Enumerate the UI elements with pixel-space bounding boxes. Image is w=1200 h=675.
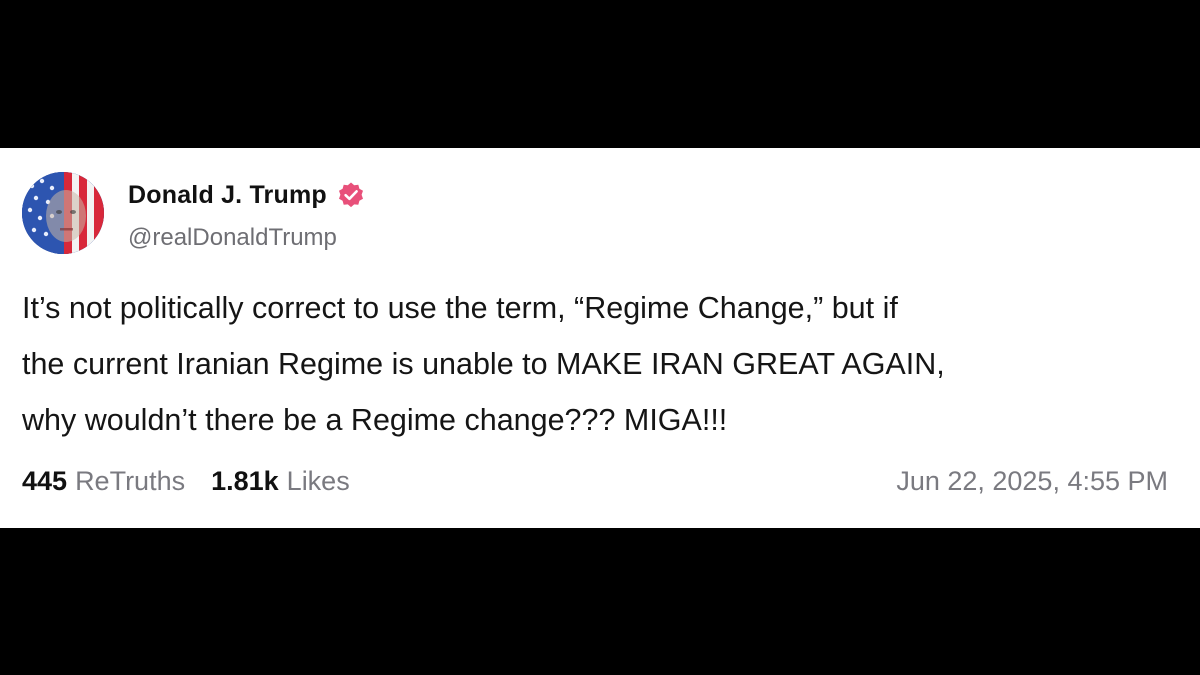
retruths-label: ReTruths xyxy=(75,466,186,496)
author-name-row: Donald J. Trump xyxy=(128,178,365,212)
likes-label: Likes xyxy=(286,466,350,496)
retruths-stat[interactable]: 445 ReTruths xyxy=(22,466,185,497)
post-body: It’s not politically correct to use the … xyxy=(22,280,1182,448)
post-stats: 445 ReTruths 1.81k Likes xyxy=(22,466,350,502)
likes-count: 1.81k xyxy=(211,466,279,496)
post-body-line: It’s not politically correct to use the … xyxy=(22,291,898,325)
post-card: Donald J. Trump @realDonaldTrump It’s no… xyxy=(0,148,1200,528)
post-timestamp[interactable]: Jun 22, 2025, 4:55 PM xyxy=(896,466,1168,502)
author-display-name[interactable]: Donald J. Trump xyxy=(128,181,327,210)
likes-stat[interactable]: 1.81k Likes xyxy=(211,466,350,497)
post-body-line: why wouldn’t there be a Regime change???… xyxy=(22,403,728,437)
avatar[interactable] xyxy=(22,172,104,254)
author-handle[interactable]: @realDonaldTrump xyxy=(128,224,337,252)
avatar-image xyxy=(22,172,104,254)
verified-badge-icon xyxy=(337,181,365,209)
post-body-line: the current Iranian Regime is unable to … xyxy=(22,347,945,381)
retruths-count: 445 xyxy=(22,466,68,496)
video-frame: Donald J. Trump @realDonaldTrump It’s no… xyxy=(0,0,1200,675)
